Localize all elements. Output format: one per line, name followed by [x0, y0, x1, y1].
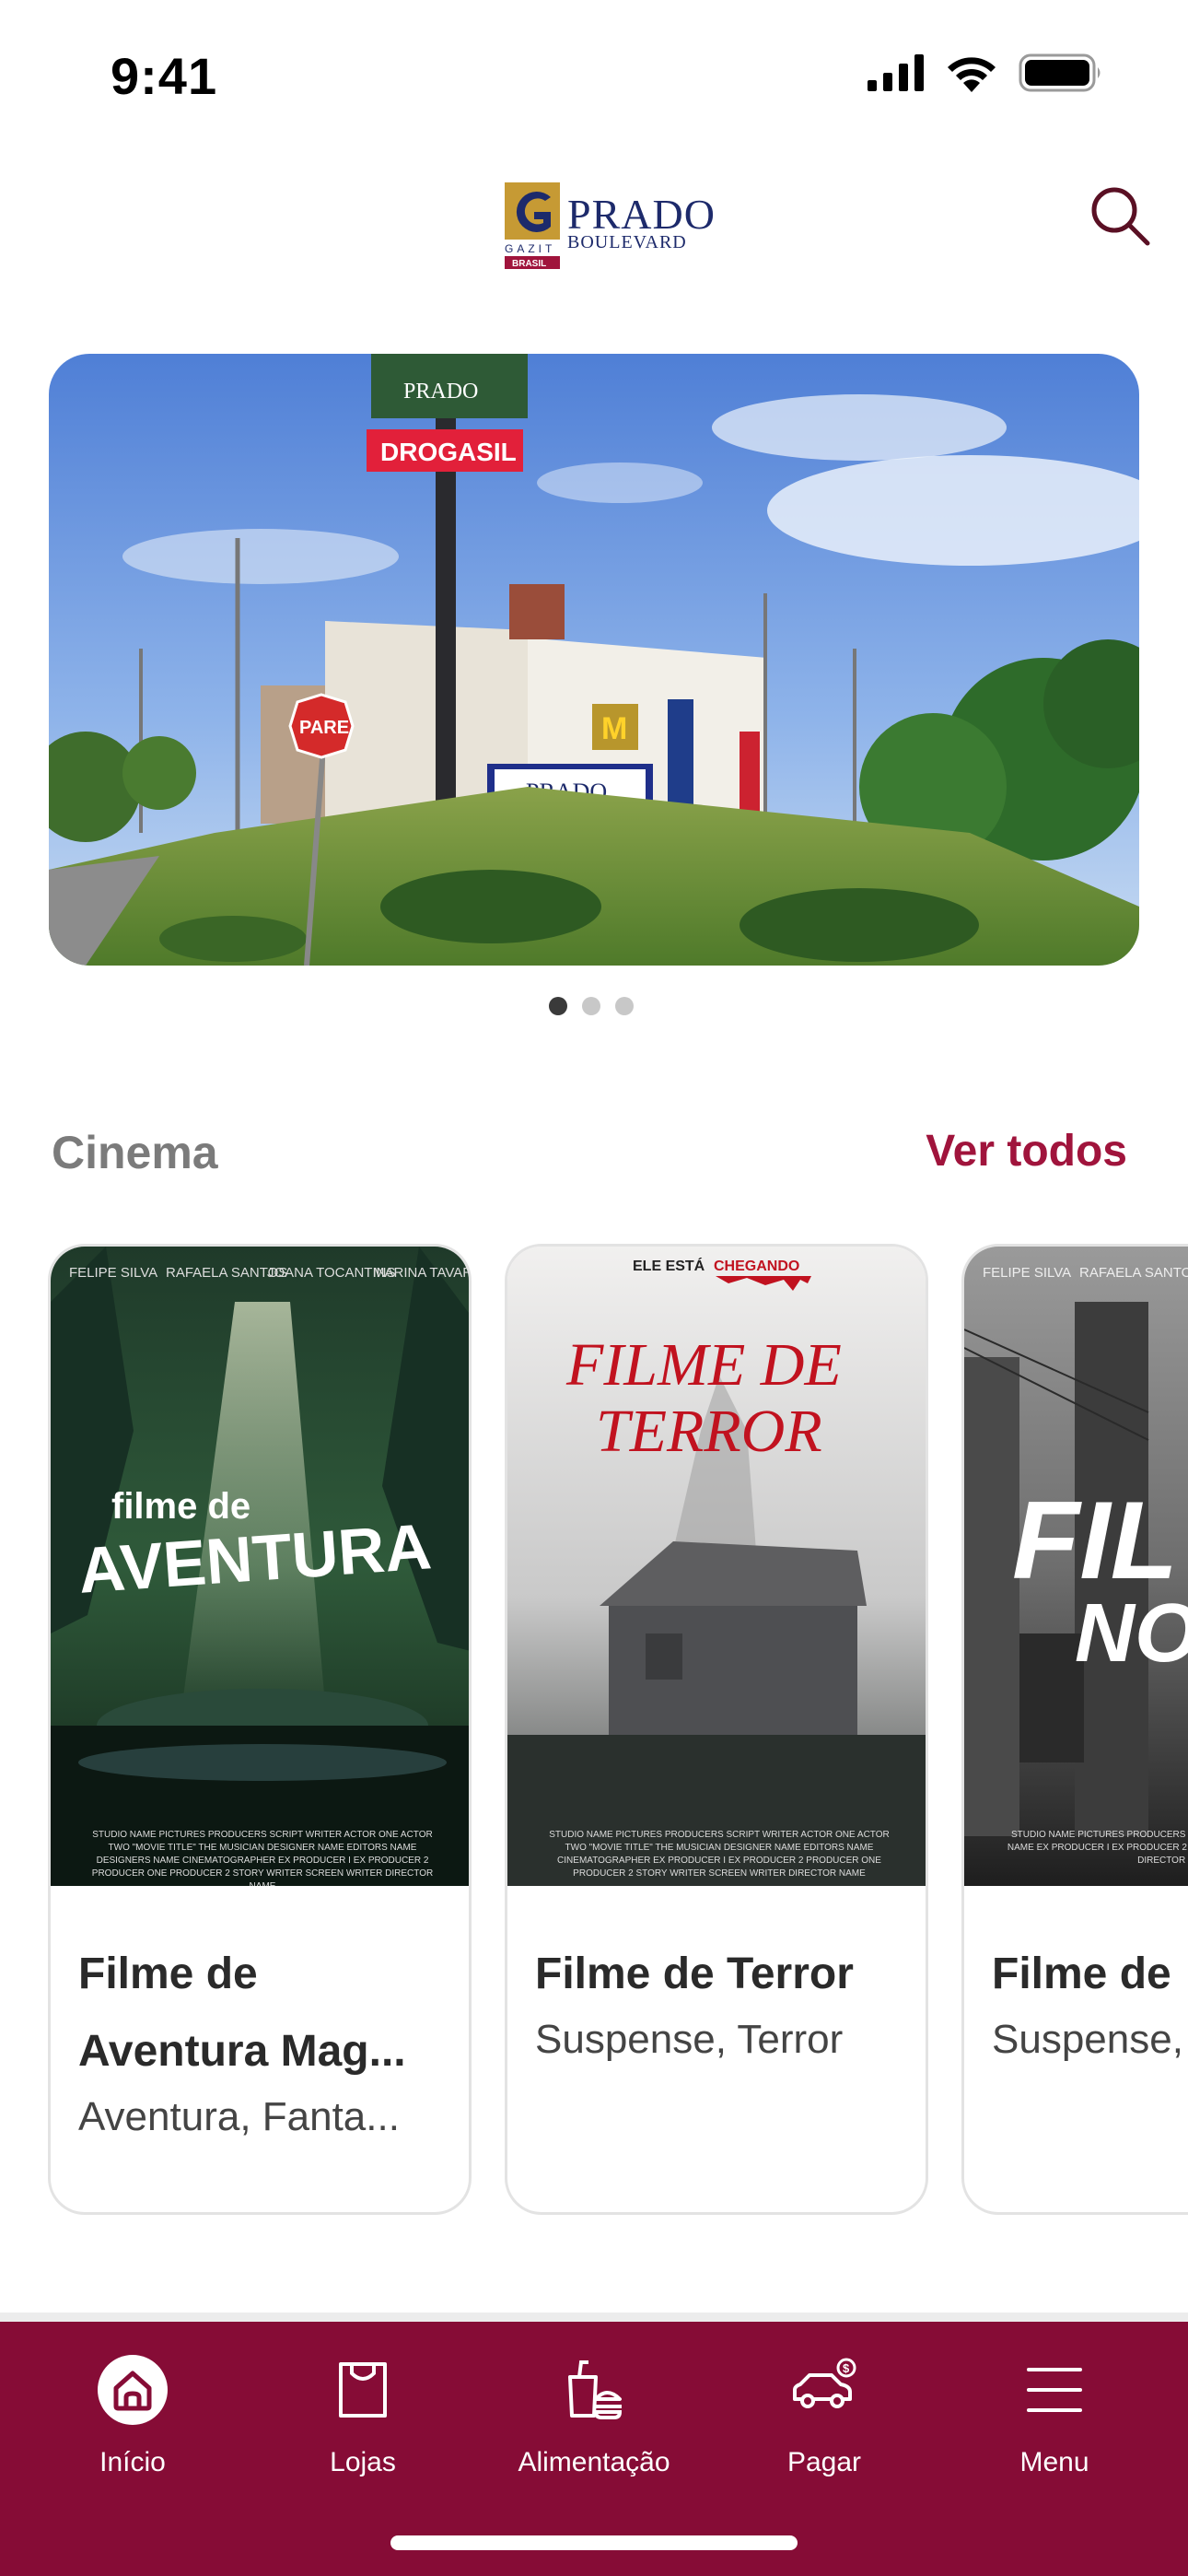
- poster-credits: STUDIO NAME PICTURES PRODUCERS SCRIPT WR…: [91, 1830, 434, 1886]
- movie-poster-horror: ELE ESTÁ CHEGANDO FILME DE TERROR STUDIO…: [507, 1247, 926, 1886]
- wifi-icon: [948, 57, 996, 92]
- food-icon: [568, 2360, 623, 2419]
- svg-text:BRASIL: BRASIL: [512, 259, 546, 269]
- tabbar-separator: [0, 2313, 1188, 2322]
- movie-title: Filme de Terror: [535, 1950, 854, 1998]
- poster-cast-4: MARINA TAVARES: [373, 1265, 469, 1281]
- svg-text:GAZIT: GAZIT: [505, 242, 555, 255]
- movie-card[interactable]: ELE ESTÁ CHEGANDO FILME DE TERROR STUDIO…: [505, 1244, 928, 2215]
- app-header: GAZIT BRASIL PRADO BOULEVARD: [0, 157, 1188, 322]
- poster-title-line2: NO: [1075, 1587, 1188, 1680]
- home-icon: [98, 2355, 168, 2425]
- home-indicator[interactable]: [390, 2535, 798, 2550]
- tab-alimentacao[interactable]: Alimentação: [479, 2322, 709, 2506]
- movie-card[interactable]: FELIPE SILVA RAFAELA SANTOS JOANA TOCANT…: [48, 1244, 472, 2215]
- poster-title-line1: FILME DE: [565, 1331, 842, 1399]
- signal-icon: [868, 54, 924, 91]
- carousel-dots[interactable]: [549, 997, 634, 1015]
- tab-lojas[interactable]: Lojas: [248, 2322, 478, 2506]
- carousel-dot-2[interactable]: [582, 997, 600, 1015]
- svg-text:M: M: [601, 711, 627, 746]
- status-time: 9:41: [111, 47, 218, 105]
- poster-credits: STUDIO NAME PICTURES PRODUCERS SCRIPT WR…: [549, 1830, 890, 1879]
- tab-label: Lojas: [330, 2447, 396, 2477]
- see-all-link[interactable]: Ver todos: [926, 1126, 1127, 1177]
- status-icons: [868, 53, 1103, 92]
- tab-menu[interactable]: Menu: [939, 2322, 1170, 2506]
- search-icon: [1091, 187, 1150, 246]
- tab-pagar[interactable]: $ Pagar: [709, 2322, 939, 2506]
- movie-card[interactable]: FELIPE SILVA RAFAELA SANTOS FIL NO STUDI…: [961, 1244, 1188, 2215]
- search-button[interactable]: [1089, 184, 1153, 249]
- menu-icon: [1027, 2368, 1082, 2412]
- svg-text:$: $: [843, 2361, 850, 2375]
- poster-cast-1: FELIPE SILVA: [69, 1265, 157, 1281]
- logo-text-sub: BOULEVARD: [567, 232, 687, 252]
- poster-cast-2: RAFAELA SANTOS: [1079, 1265, 1188, 1281]
- section-title-cinema: Cinema: [52, 1127, 218, 1178]
- gazit-prado-logo[interactable]: GAZIT BRASIL PRADO BOULEVARD: [503, 173, 715, 269]
- carousel-dot-3[interactable]: [615, 997, 634, 1015]
- svg-text:PRADO: PRADO: [403, 380, 478, 404]
- movie-genres: Suspense,: [992, 2017, 1183, 2062]
- tab-label: Alimentação: [518, 2447, 670, 2477]
- tab-label: Menu: [1019, 2447, 1089, 2477]
- poster-tagline-red: CHEGANDO: [714, 1259, 799, 1274]
- logo-mark: GAZIT BRASIL: [505, 182, 560, 269]
- movie-poster-noir: FELIPE SILVA RAFAELA SANTOS FIL NO STUDI…: [964, 1247, 1188, 1886]
- car-payment-icon: $: [793, 2358, 856, 2408]
- movie-poster-adventure: FELIPE SILVA RAFAELA SANTOS JOANA TOCANT…: [51, 1247, 469, 1886]
- movie-genres: Suspense, Terror: [535, 2017, 844, 2062]
- movie-carousel[interactable]: FELIPE SILVA RAFAELA SANTOS JOANA TOCANT…: [0, 1244, 1188, 2220]
- poster-cast-1: FELIPE SILVA: [983, 1265, 1071, 1281]
- tab-label: Início: [99, 2447, 166, 2477]
- poster-title-line1: FIL: [1012, 1479, 1178, 1602]
- mall-photo: M PRADO PRADO DROGASIL PARE: [49, 354, 1139, 966]
- hero-banner[interactable]: M PRADO PRADO DROGASIL PARE: [49, 354, 1139, 966]
- poster-title-line1: filme de: [111, 1486, 250, 1527]
- status-bar: 9:41: [0, 0, 1188, 157]
- svg-text:DROGASIL: DROGASIL: [380, 438, 517, 466]
- battery-icon: [1019, 53, 1101, 92]
- poster-credits: STUDIO NAME PICTURES PRODUCERS SCRIPT TH…: [1007, 1830, 1188, 1866]
- poster-tagline: ELE ESTÁ: [633, 1257, 705, 1274]
- tab-inicio[interactable]: Início: [17, 2322, 248, 2506]
- movie-title: Filme de Aventura Mag...: [78, 1950, 406, 2076]
- carousel-dot-1[interactable]: [549, 997, 567, 1015]
- shopping-bag-icon: [339, 2362, 387, 2418]
- movie-genres: Aventura, Fanta...: [78, 2094, 400, 2139]
- movie-title: Filme de: [992, 1950, 1171, 1998]
- poster-title-line2: TERROR: [596, 1398, 822, 1465]
- svg-text:PARE: PARE: [299, 718, 349, 738]
- tab-label: Pagar: [786, 2447, 862, 2477]
